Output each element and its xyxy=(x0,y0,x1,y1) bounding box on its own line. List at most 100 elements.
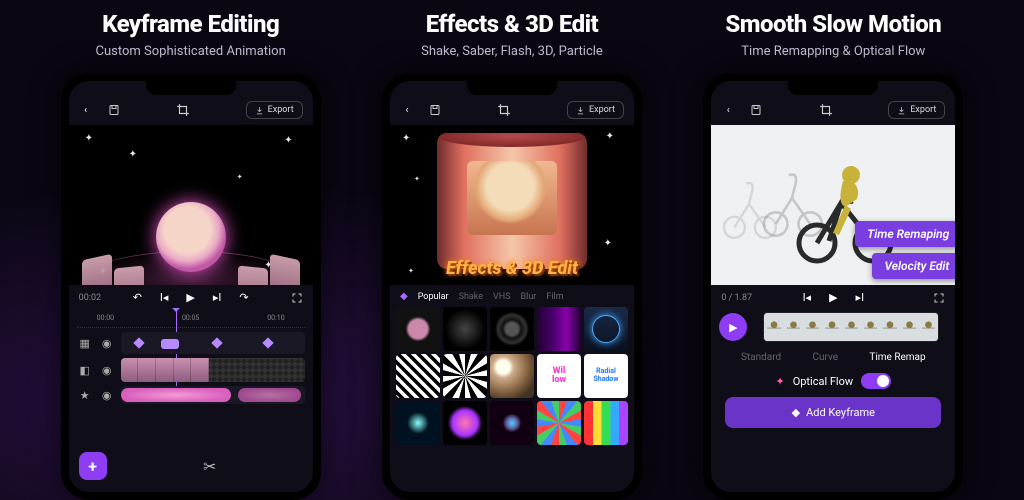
time-display: 0 / 1.87 xyxy=(721,293,752,303)
video-preview[interactable]: ✦✦ ✦✦ ✦ Effects & 3D Edit xyxy=(390,125,634,285)
transport-bar: 00:02 ↶ I◂ ▶ ▸I ↷ xyxy=(69,285,313,310)
panel-subtitle: Time Remapping & Optical Flow xyxy=(741,44,925,59)
effect-thumb[interactable] xyxy=(537,401,581,445)
tab-film[interactable]: Film xyxy=(546,292,563,302)
layer-visible-icon[interactable]: ◉ xyxy=(99,364,115,377)
tab-curve[interactable]: Curve xyxy=(812,352,838,363)
effect-grid: Willow Radial Shadow xyxy=(390,305,634,447)
sparkle-icon: ✦ xyxy=(775,375,784,388)
crop-icon[interactable] xyxy=(497,103,511,117)
play-circle-button[interactable]: ▶ xyxy=(719,313,747,341)
effect-thumb[interactable] xyxy=(443,307,487,351)
back-icon[interactable]: ‹ xyxy=(721,103,735,117)
transport-bar: 0 / 1.87 I◂ ▶ ▸I xyxy=(711,285,955,310)
layer-overlay-icon[interactable]: ◧ xyxy=(77,364,93,377)
add-button[interactable]: + xyxy=(79,452,107,480)
effect-thumb[interactable] xyxy=(396,401,440,445)
time-display: 00:02 xyxy=(79,293,101,303)
layer-visible-icon[interactable]: ◉ xyxy=(99,337,115,350)
layer-image-icon[interactable]: ▦ xyxy=(77,337,93,350)
effect-thumb[interactable] xyxy=(537,307,581,351)
carousel-center-portrait xyxy=(156,202,226,272)
play-icon[interactable]: ▶ xyxy=(829,291,837,304)
back-icon[interactable]: ‹ xyxy=(400,103,414,117)
prev-frame-icon[interactable]: I◂ xyxy=(160,291,169,304)
video-preview[interactable]: ✦✦ ✦✦ ✦✦ xyxy=(69,125,313,285)
save-icon[interactable] xyxy=(749,103,763,117)
overlay-title: Effects & 3D Edit xyxy=(446,258,578,279)
effect-thumb[interactable] xyxy=(584,307,628,351)
layer-visible-icon[interactable]: ◉ xyxy=(99,389,115,402)
export-button[interactable]: Export xyxy=(567,101,624,119)
add-keyframe-button[interactable]: ◆ Add Keyframe xyxy=(725,397,941,428)
video-preview[interactable]: Time Remaping Velocity Edit xyxy=(711,125,955,285)
effect-thumb[interactable] xyxy=(584,401,628,445)
tab-popular[interactable]: Popular xyxy=(418,292,449,302)
layer-effect-icon[interactable]: ★ xyxy=(77,389,93,402)
panel-slowmotion: Smooth Slow Motion Time Remapping & Opti… xyxy=(683,10,983,500)
next-frame-icon[interactable]: ▸I xyxy=(856,291,865,304)
effect-thumb[interactable] xyxy=(443,354,487,398)
download-icon xyxy=(255,106,264,115)
next-frame-icon[interactable]: ▸I xyxy=(213,291,222,304)
frame-thumbnails[interactable] xyxy=(763,312,939,342)
tab-standard[interactable]: Standard xyxy=(741,352,781,363)
phone-frame-1: ‹ Export ✦✦ ✦✦ ✦✦ xyxy=(61,73,321,500)
effect-track[interactable] xyxy=(121,386,305,404)
effect-thumb[interactable] xyxy=(490,401,534,445)
carousel-3d xyxy=(86,199,296,285)
effect-thumb[interactable] xyxy=(443,401,487,445)
optical-flow-toggle[interactable] xyxy=(861,373,891,389)
overlay-track[interactable] xyxy=(121,358,305,382)
crop-icon[interactable] xyxy=(176,103,190,117)
scissors-icon[interactable]: ✂ xyxy=(117,457,303,476)
undo-icon[interactable]: ↶ xyxy=(133,291,142,304)
cyclist-graphic xyxy=(788,145,898,265)
portrait-face xyxy=(467,161,557,235)
timeline-ruler: 00:0000:0500:10 xyxy=(77,314,305,328)
panel-effects: Effects & 3D Edit Shake, Saber, Flash, 3… xyxy=(362,10,662,500)
export-button[interactable]: Export xyxy=(246,101,303,119)
tag-velocity-edit: Velocity Edit xyxy=(872,253,955,279)
download-icon xyxy=(897,106,906,115)
optical-flow-row: ✦ Optical Flow xyxy=(711,367,955,397)
editor-topbar: ‹ Export xyxy=(69,95,313,125)
panel-title: Smooth Slow Motion xyxy=(725,10,941,38)
bottom-toolbar: + ✂ xyxy=(69,444,313,488)
panel-title: Keyframe Editing xyxy=(102,10,279,38)
export-button[interactable]: Export xyxy=(888,101,945,119)
phone-notch xyxy=(146,81,236,95)
video-track[interactable] xyxy=(121,332,305,354)
phone-notch xyxy=(788,81,878,95)
play-icon[interactable]: ▶ xyxy=(186,291,194,304)
effect-thumb[interactable] xyxy=(490,354,534,398)
phone-frame-2: ‹ Export ✦✦ ✦✦ ✦ Effects & 3D Edit ◆ xyxy=(382,73,642,500)
frame-strip-row: ▶ xyxy=(711,310,955,344)
tab-time-remap[interactable]: Time Remap xyxy=(869,352,925,363)
effect-thumb[interactable] xyxy=(396,354,440,398)
optical-flow-label: Optical Flow xyxy=(793,375,853,388)
diamond-icon: ◆ xyxy=(792,406,800,419)
timeline[interactable]: 00:0000:0500:10 ▦ ◉ ◧ ◉ xyxy=(69,310,313,404)
prev-frame-icon[interactable]: I◂ xyxy=(803,291,812,304)
premium-icon[interactable]: ◆ xyxy=(400,291,408,302)
crop-icon[interactable] xyxy=(819,103,833,117)
tab-shake[interactable]: Shake xyxy=(459,292,483,302)
effect-thumb-radial-shadow[interactable]: Radial Shadow xyxy=(584,354,628,398)
fullscreen-icon[interactable] xyxy=(291,292,303,304)
effect-thumb[interactable] xyxy=(396,307,440,351)
speed-mode-tabs: Standard Curve Time Remap xyxy=(711,344,955,367)
effect-category-tabs: ◆ Popular Shake VHS Blur Film xyxy=(390,285,634,305)
phone-frame-3: ‹ Export Time Remaping Velocity Edit xyxy=(703,73,963,500)
fullscreen-icon[interactable] xyxy=(933,292,945,304)
tab-blur[interactable]: Blur xyxy=(521,292,537,302)
save-icon[interactable] xyxy=(428,103,442,117)
tab-vhs[interactable]: VHS xyxy=(493,292,511,302)
tag-time-remapping: Time Remaping xyxy=(855,221,955,247)
back-icon[interactable]: ‹ xyxy=(79,103,93,117)
save-icon[interactable] xyxy=(107,103,121,117)
effect-thumb[interactable]: Willow xyxy=(537,354,581,398)
effect-thumb[interactable] xyxy=(490,307,534,351)
redo-icon[interactable]: ↷ xyxy=(239,291,248,304)
panel-title: Effects & 3D Edit xyxy=(426,10,599,38)
